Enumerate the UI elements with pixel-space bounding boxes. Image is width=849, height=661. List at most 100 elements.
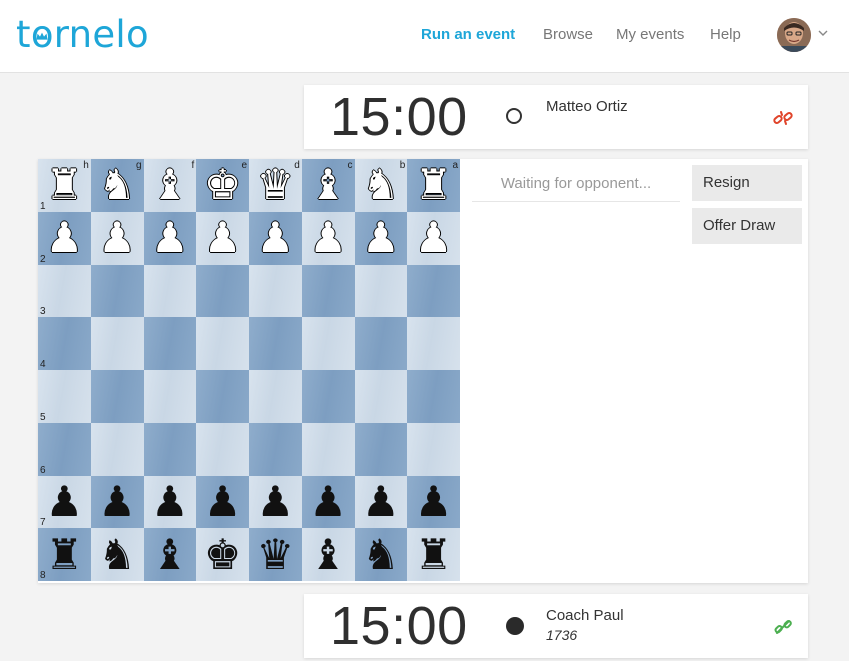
white-pawn-icon[interactable]: ♟ xyxy=(302,212,355,265)
black-pawn-icon[interactable]: ♟ xyxy=(355,476,408,529)
board-square-g1[interactable]: g ♞ xyxy=(90,159,144,212)
nav-help[interactable]: Help xyxy=(710,26,741,44)
black-bishop-icon[interactable]: ♝ xyxy=(302,528,355,581)
black-pawn-icon[interactable]: ♟ xyxy=(38,476,91,529)
board-square-h3[interactable]: 3 xyxy=(38,264,91,318)
board-square-g3[interactable] xyxy=(90,264,144,318)
board-square-c4[interactable] xyxy=(301,317,355,370)
nav-run-an-event[interactable]: Run an event xyxy=(421,26,515,44)
board-square-g7[interactable]: ♟ xyxy=(90,475,144,529)
board-square-a7[interactable]: ♟ xyxy=(407,475,460,529)
black-pawn-icon[interactable]: ♟ xyxy=(249,476,302,529)
board-square-f1[interactable]: f ♝ xyxy=(143,159,197,212)
board-square-a2[interactable]: ♟ xyxy=(407,211,460,265)
board-square-h5[interactable]: 5 xyxy=(38,370,91,423)
black-pawn-icon[interactable]: ♟ xyxy=(91,476,144,529)
white-pawn-icon[interactable]: ♟ xyxy=(91,212,144,265)
board-square-d1[interactable]: d ♛ xyxy=(249,159,302,212)
user-avatar[interactable] xyxy=(777,18,811,52)
board-square-g4[interactable] xyxy=(90,317,144,370)
board-square-d6[interactable] xyxy=(249,422,302,476)
board-square-g5[interactable] xyxy=(90,370,144,423)
board-square-h1[interactable]: h 1 ♜ xyxy=(38,159,91,212)
board-square-f8[interactable]: ♝ xyxy=(143,528,197,581)
board-square-g2[interactable]: ♟ xyxy=(90,211,144,265)
board-square-f3[interactable] xyxy=(143,264,197,318)
black-pawn-icon[interactable]: ♟ xyxy=(196,476,249,529)
white-bishop-icon[interactable]: ♝ xyxy=(302,159,355,212)
board-square-c6[interactable] xyxy=(301,422,355,476)
board-square-d2[interactable]: ♟ xyxy=(249,211,302,265)
board-square-e8[interactable]: ♚ xyxy=(196,528,249,581)
black-queen-icon[interactable]: ♛ xyxy=(249,528,302,581)
board-square-f7[interactable]: ♟ xyxy=(143,475,197,529)
board-square-b6[interactable] xyxy=(354,422,408,476)
board-square-e5[interactable] xyxy=(196,370,249,423)
resign-button[interactable]: Resign xyxy=(692,165,802,201)
white-knight-icon[interactable]: ♞ xyxy=(355,159,408,212)
board-square-a3[interactable] xyxy=(407,264,460,318)
board-square-a1[interactable]: a ♜ xyxy=(407,159,460,212)
board-square-h7[interactable]: 7 ♟ xyxy=(38,475,91,529)
board-square-g8[interactable]: ♞ xyxy=(90,528,144,581)
black-pawn-icon[interactable]: ♟ xyxy=(407,476,460,529)
board-square-d4[interactable] xyxy=(249,317,302,370)
board-square-f2[interactable]: ♟ xyxy=(143,211,197,265)
board-square-a8[interactable]: ♜ xyxy=(407,528,460,581)
board-square-h6[interactable]: 6 xyxy=(38,422,91,476)
board-square-c5[interactable] xyxy=(301,370,355,423)
chevron-down-icon[interactable] xyxy=(818,30,828,37)
white-king-icon[interactable]: ♚ xyxy=(196,159,249,212)
black-king-icon[interactable]: ♚ xyxy=(196,528,249,581)
black-rook-icon[interactable]: ♜ xyxy=(407,528,460,581)
white-pawn-icon[interactable]: ♟ xyxy=(38,212,91,265)
board-square-d3[interactable] xyxy=(249,264,302,318)
board-square-e1[interactable]: e ♚ xyxy=(196,159,249,212)
black-knight-icon[interactable]: ♞ xyxy=(355,528,408,581)
board-square-b2[interactable]: ♟ xyxy=(354,211,408,265)
board-square-h4[interactable]: 4 xyxy=(38,317,91,370)
board-square-h8[interactable]: 8 ♜ xyxy=(38,528,91,581)
board-square-e6[interactable] xyxy=(196,422,249,476)
board-square-e4[interactable] xyxy=(196,317,249,370)
nav-browse[interactable]: Browse xyxy=(543,26,593,44)
black-knight-icon[interactable]: ♞ xyxy=(91,528,144,581)
board-square-c2[interactable]: ♟ xyxy=(301,211,355,265)
black-pawn-icon[interactable]: ♟ xyxy=(302,476,355,529)
board-square-e3[interactable] xyxy=(196,264,249,318)
white-pawn-icon[interactable]: ♟ xyxy=(355,212,408,265)
board-square-b8[interactable]: ♞ xyxy=(354,528,408,581)
white-rook-icon[interactable]: ♜ xyxy=(407,159,460,212)
board-square-b1[interactable]: b ♞ xyxy=(354,159,408,212)
board-square-d5[interactable] xyxy=(249,370,302,423)
board-square-b5[interactable] xyxy=(354,370,408,423)
board-square-c8[interactable]: ♝ xyxy=(301,528,355,581)
board-square-f6[interactable] xyxy=(143,422,197,476)
white-pawn-icon[interactable]: ♟ xyxy=(196,212,249,265)
board-square-g6[interactable] xyxy=(90,422,144,476)
board-square-c7[interactable]: ♟ xyxy=(301,475,355,529)
white-bishop-icon[interactable]: ♝ xyxy=(144,159,197,212)
board-square-f5[interactable] xyxy=(143,370,197,423)
board-square-c3[interactable] xyxy=(301,264,355,318)
black-rook-icon[interactable]: ♜ xyxy=(38,528,91,581)
white-rook-icon[interactable]: ♜ xyxy=(38,159,91,212)
board-square-c1[interactable]: c ♝ xyxy=(301,159,355,212)
board-square-e7[interactable]: ♟ xyxy=(196,475,249,529)
board-square-a4[interactable] xyxy=(407,317,460,370)
board-square-h2[interactable]: 2 ♟ xyxy=(38,211,91,265)
white-pawn-icon[interactable]: ♟ xyxy=(407,212,460,265)
black-bishop-icon[interactable]: ♝ xyxy=(144,528,197,581)
board-square-b7[interactable]: ♟ xyxy=(354,475,408,529)
board-square-d7[interactable]: ♟ xyxy=(249,475,302,529)
board-square-a5[interactable] xyxy=(407,370,460,423)
chess-board[interactable]: h 1 ♜ g ♞ f ♝ e ♚ d ♛ c ♝ b ♞ a ♜ 2 ♟ ♟ ♟ ♟ ♟ ♟ ♟ ♟ 3 4 5 6 7 ♟ ♟ ♟ ♟ ♟ ♟ ♟ ♟ 8… xyxy=(38,159,460,581)
white-pawn-icon[interactable]: ♟ xyxy=(144,212,197,265)
board-square-e2[interactable]: ♟ xyxy=(196,211,249,265)
board-square-b4[interactable] xyxy=(354,317,408,370)
board-square-d8[interactable]: ♛ xyxy=(249,528,302,581)
black-pawn-icon[interactable]: ♟ xyxy=(144,476,197,529)
white-queen-icon[interactable]: ♛ xyxy=(249,159,302,212)
nav-my-events[interactable]: My events xyxy=(616,26,684,44)
board-square-b3[interactable] xyxy=(354,264,408,318)
